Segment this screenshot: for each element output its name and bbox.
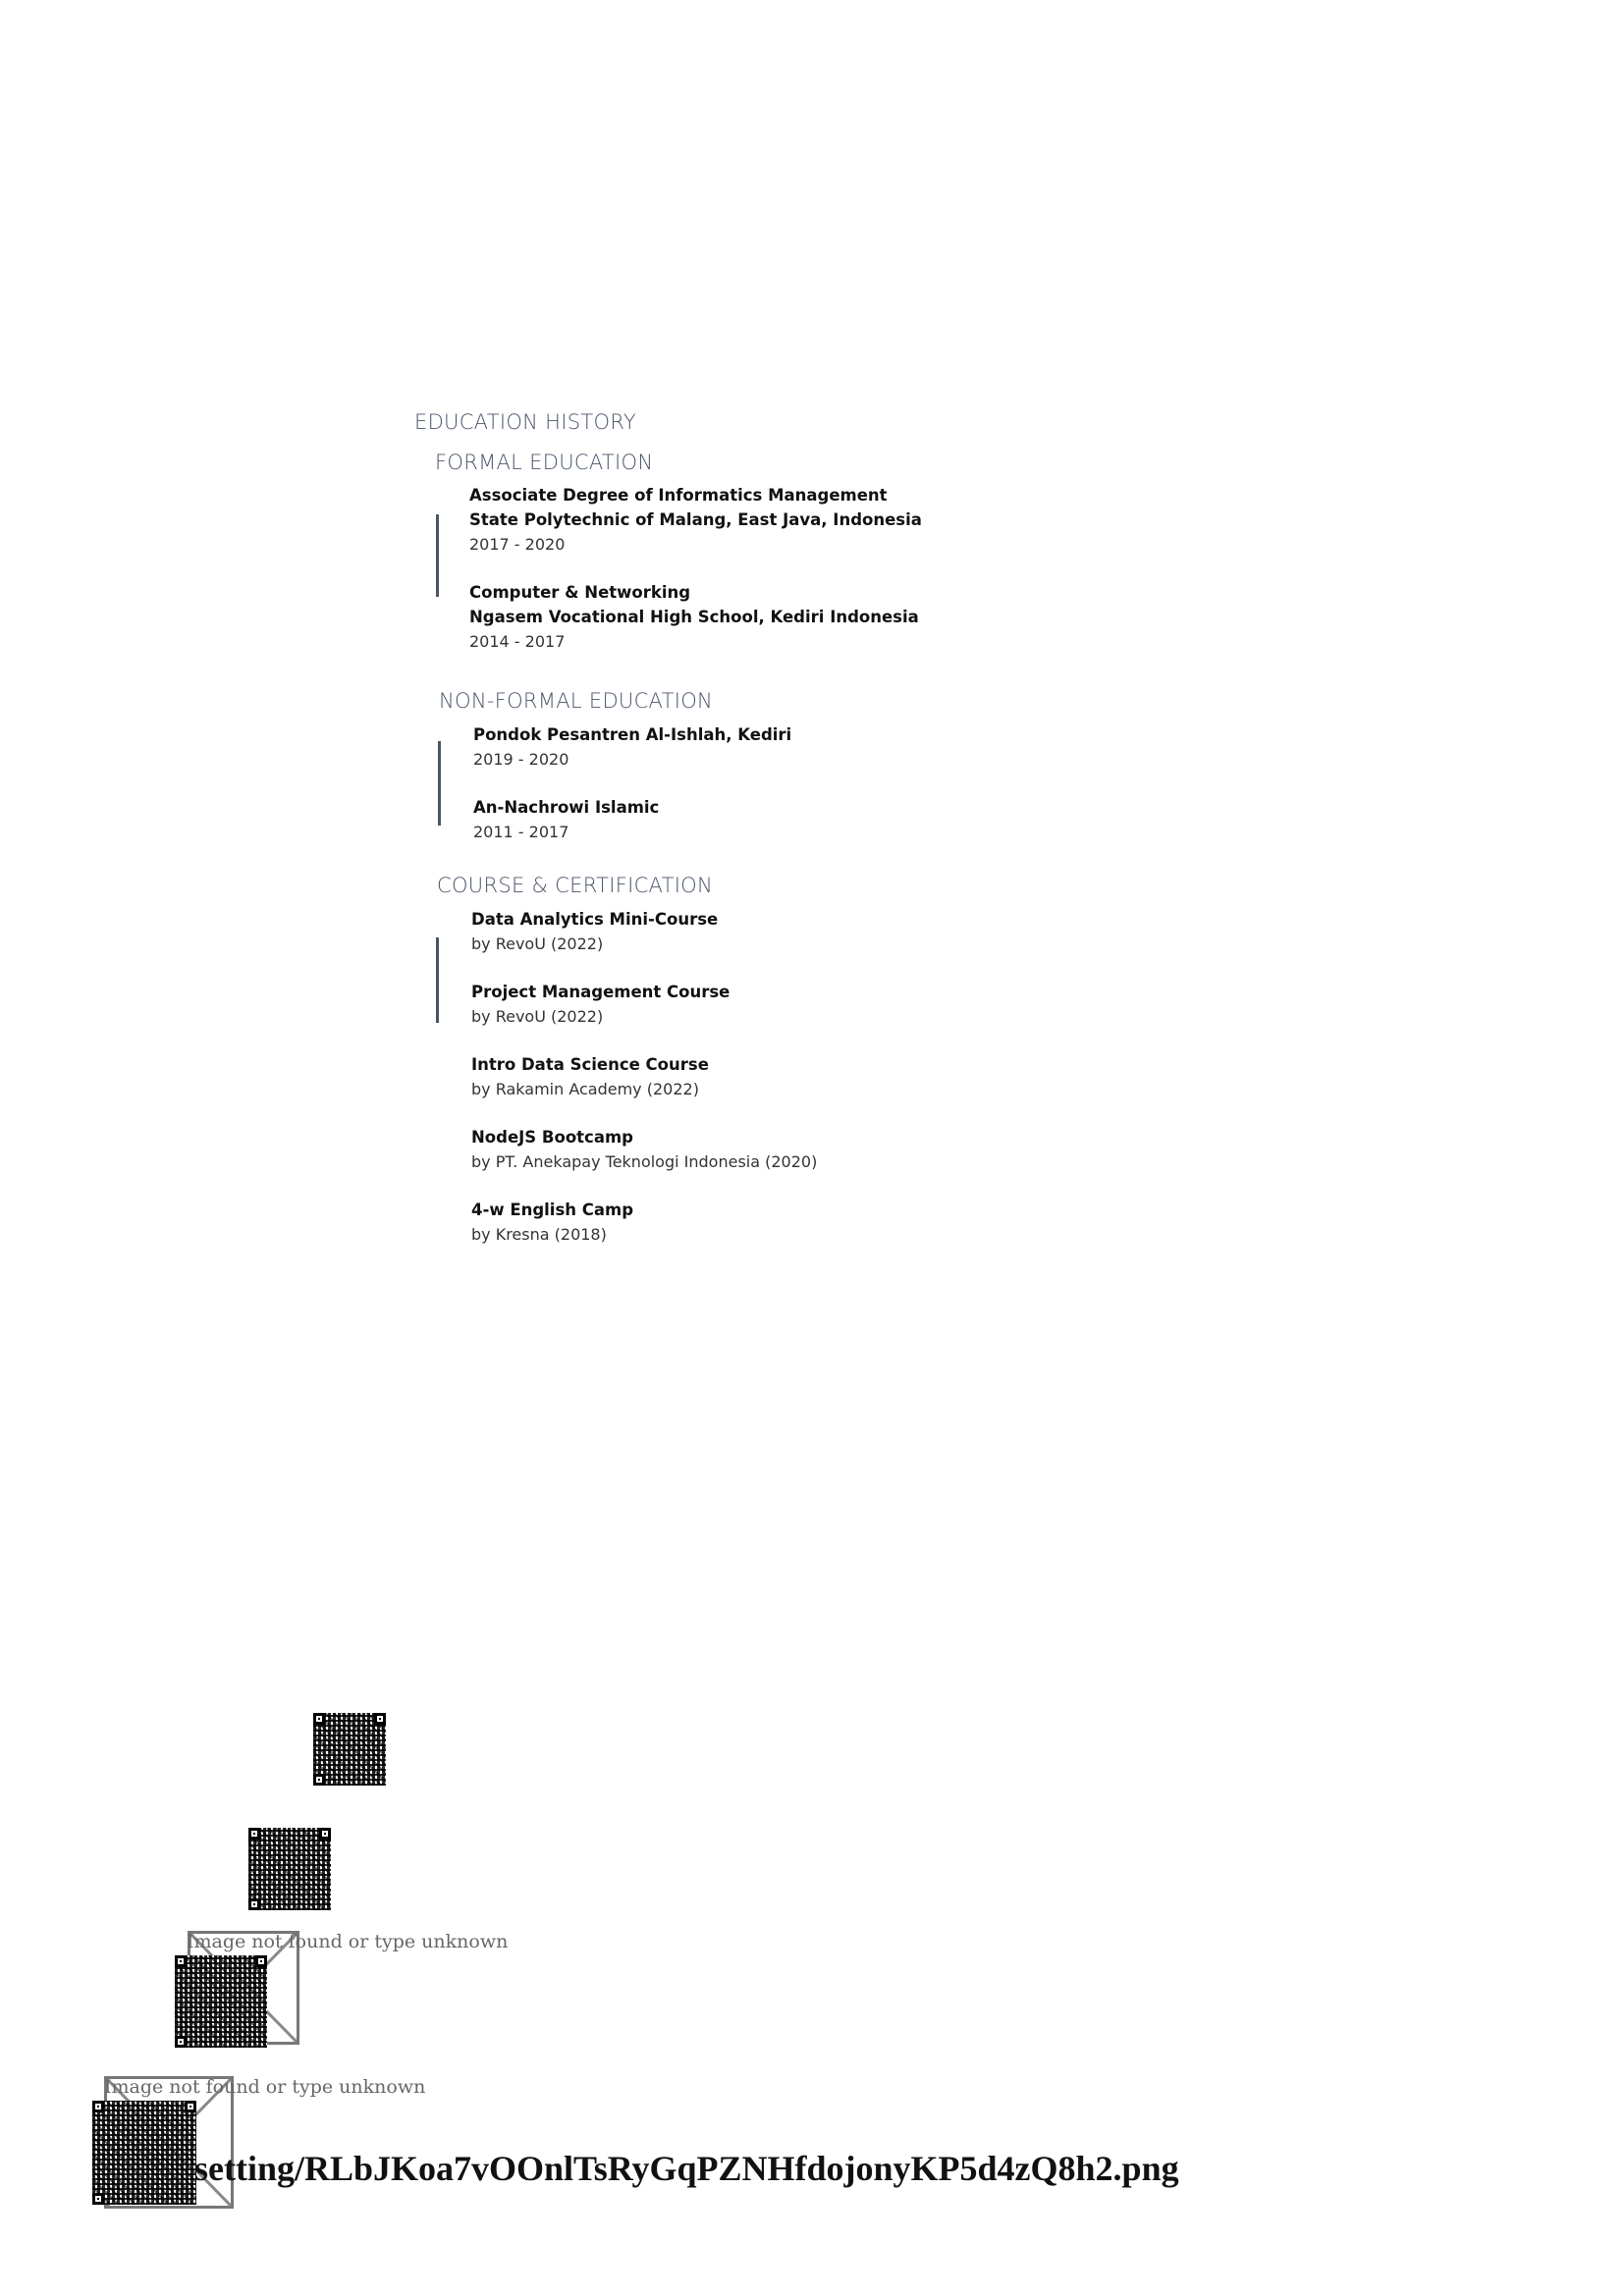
- formal-entry-1: Associate Degree of Informatics Manageme…: [469, 483, 922, 557]
- course-entry-1: Data Analytics Mini-Course by RevoU (202…: [471, 907, 718, 956]
- entry-years: 2011 - 2017: [473, 823, 569, 841]
- non-formal-entry-2: An-Nachrowi Islamic 2011 - 2017: [473, 795, 659, 844]
- entry-name: An-Nachrowi Islamic: [473, 798, 660, 817]
- course-provider: by RevoU (2022): [471, 1007, 604, 1026]
- entry-name: Pondok Pesantren Al-Ishlah, Kediri: [473, 725, 792, 744]
- entry-degree: Associate Degree of Informatics Manageme…: [469, 486, 888, 505]
- entry-years: 2019 - 2020: [473, 750, 569, 769]
- non-formal-entry-1: Pondok Pesantren Al-Ishlah, Kediri 2019 …: [473, 722, 791, 772]
- course-provider: by RevoU (2022): [471, 934, 604, 953]
- course-entry-4: NodeJS Bootcamp by PT. Anekapay Teknolog…: [471, 1125, 817, 1174]
- image-path-text: setting/RLbJKoa7vOOnlTsRyGqPZNHfdojonyKP…: [194, 2149, 1179, 2188]
- qr-code-image: [313, 1713, 386, 1786]
- formal-education-accent-bar: [436, 514, 439, 597]
- course-provider: by Rakamin Academy (2022): [471, 1080, 699, 1098]
- entry-school: State Polytechnic of Malang, East Java, …: [469, 510, 922, 529]
- entry-degree: Computer & Networking: [469, 583, 691, 602]
- course-entry-3: Intro Data Science Course by Rakamin Aca…: [471, 1052, 709, 1101]
- entry-years: 2017 - 2020: [469, 535, 566, 554]
- formal-entry-2: Computer & Networking Ngasem Vocational …: [469, 580, 919, 654]
- course-provider: by PT. Anekapay Teknologi Indonesia (202…: [471, 1152, 818, 1171]
- broken-image-alt-text: Image not found or type unknown: [104, 2076, 426, 2098]
- qr-code-image: [248, 1828, 331, 1910]
- course-entry-2: Project Management Course by RevoU (2022…: [471, 980, 730, 1029]
- course-certification-heading: COURSE & CERTIFICATION: [437, 874, 714, 897]
- course-name: Intro Data Science Course: [471, 1055, 709, 1074]
- course-entry-5: 4-w English Camp by Kresna (2018): [471, 1198, 633, 1247]
- formal-education-heading: FORMAL EDUCATION: [435, 451, 654, 474]
- course-certification-accent-bar: [436, 937, 439, 1023]
- entry-school: Ngasem Vocational High School, Kediri In…: [469, 608, 919, 626]
- entry-years: 2014 - 2017: [469, 632, 566, 651]
- course-name: 4-w English Camp: [471, 1201, 634, 1219]
- non-formal-education-accent-bar: [438, 741, 441, 826]
- course-provider: by Kresna (2018): [471, 1225, 607, 1244]
- qr-code-image: [92, 2101, 196, 2205]
- non-formal-education-heading: NON-FORMAL EDUCATION: [439, 689, 714, 713]
- broken-image-alt-text: Image not found or type unknown: [187, 1931, 509, 1952]
- course-name: NodeJS Bootcamp: [471, 1128, 633, 1147]
- qr-code-image: [175, 1955, 267, 2048]
- education-history-heading: EDUCATION HISTORY: [414, 410, 636, 434]
- course-name: Project Management Course: [471, 983, 731, 1001]
- course-name: Data Analytics Mini-Course: [471, 910, 719, 929]
